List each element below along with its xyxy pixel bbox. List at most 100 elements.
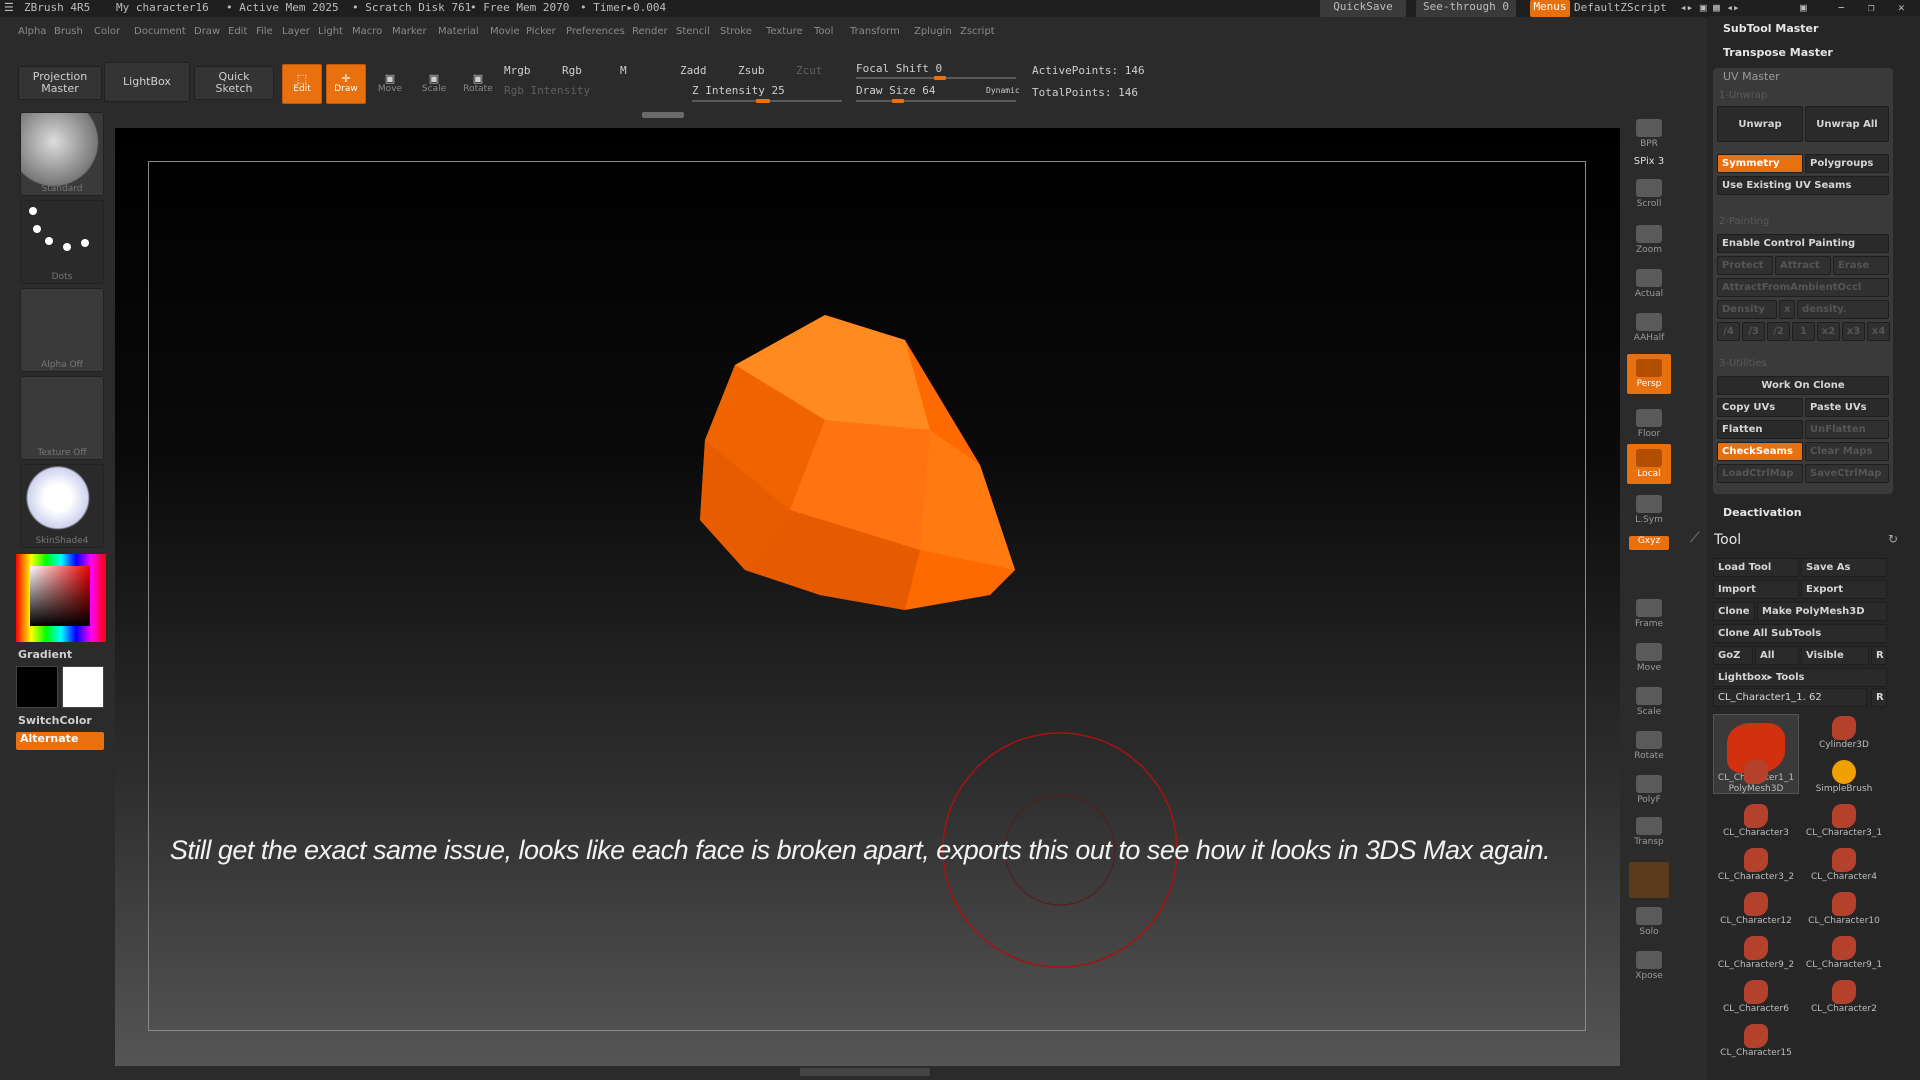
density-value-button[interactable]: /4 — [1717, 322, 1740, 341]
subtool-thumbnail[interactable]: CL_Character3_1 — [1801, 802, 1887, 846]
primary-color-swatch[interactable] — [62, 666, 104, 708]
color-square[interactable] — [30, 566, 90, 626]
goz-r-button[interactable]: R — [1871, 646, 1887, 665]
lock-icon[interactable]: ▣ — [1800, 1, 1807, 14]
z-intensity-slider[interactable]: Z Intensity 25 — [692, 84, 785, 97]
zadd-button[interactable]: Zadd — [680, 64, 707, 77]
density-button[interactable]: Density — [1717, 300, 1777, 319]
dynamic-toggle[interactable]: Dynamic — [986, 86, 1020, 95]
density-value-button[interactable]: x3 — [1842, 322, 1865, 341]
secondary-color-swatch[interactable] — [16, 666, 58, 708]
rgb-intensity-slider[interactable]: Rgb Intensity — [504, 84, 590, 97]
actual-button[interactable]: Actual — [1627, 264, 1671, 304]
see-through-slider[interactable]: See-through 0 — [1416, 0, 1516, 17]
menu-tool[interactable]: Tool — [814, 26, 833, 37]
lsym-button[interactable]: L.Sym — [1627, 490, 1671, 530]
lightbox-button[interactable]: LightBox — [104, 62, 190, 102]
protect-button[interactable]: Protect — [1717, 256, 1773, 275]
subtool-thumbnail[interactable]: SimpleBrush — [1801, 758, 1887, 802]
menu-texture[interactable]: Texture — [766, 26, 803, 37]
current-tool-r-button[interactable]: R — [1871, 688, 1887, 707]
quick-sketch-button[interactable]: Quick Sketch — [194, 66, 274, 100]
density-value-button[interactable]: /2 — [1767, 322, 1790, 341]
checkseams-toggle[interactable]: CheckSeams — [1717, 442, 1803, 461]
subtool-thumbnail[interactable]: CL_Character9_1 — [1801, 934, 1887, 978]
subtool-thumbnail[interactable]: CL_Character15 — [1713, 1022, 1799, 1066]
restore-icon[interactable]: ❐ — [1868, 1, 1875, 14]
use-existing-uv-seams-toggle[interactable]: Use Existing UV Seams — [1717, 176, 1889, 195]
goz-button[interactable]: GoZ — [1713, 646, 1753, 665]
ghost-button[interactable] — [1629, 862, 1669, 898]
subtool-thumbnail[interactable]: CL_Character12 — [1713, 890, 1799, 934]
focal-shift-knob[interactable] — [934, 76, 946, 80]
material-selector[interactable]: SkinShade4 — [20, 464, 104, 548]
draw-size-track[interactable] — [856, 100, 1016, 102]
erase-button[interactable]: Erase — [1833, 256, 1889, 275]
menu-draw[interactable]: Draw — [194, 26, 220, 37]
rotate-button[interactable]: Rotate — [1627, 726, 1671, 766]
window-controls-icon[interactable]: ◂▸ ▣ ▦ ◂▸ — [1680, 1, 1740, 14]
menu-marker[interactable]: Marker — [392, 26, 427, 37]
move-mode-button[interactable]: ▣ Move — [370, 64, 410, 104]
floor-button[interactable]: Floor — [1627, 404, 1671, 444]
mesh-model[interactable] — [690, 310, 1090, 710]
texture-selector[interactable]: Texture Off — [20, 376, 104, 460]
brush-selector[interactable]: Standard — [20, 112, 104, 196]
mrgb-button[interactable]: Mrgb — [504, 64, 531, 77]
subtool-thumbnail[interactable]: Cylinder3D — [1801, 714, 1887, 758]
symmetry-toggle[interactable]: Symmetry — [1717, 154, 1803, 173]
solo-button[interactable]: Solo — [1627, 902, 1671, 942]
minimize-icon[interactable]: − — [1838, 1, 1845, 14]
rotate-mode-button[interactable]: ▣ Rotate — [458, 64, 498, 104]
subtool-master-header[interactable]: SubTool Master — [1723, 22, 1818, 35]
m-button[interactable]: M — [620, 64, 627, 77]
menu-file[interactable]: File — [256, 26, 273, 37]
xyz-symmetry-button[interactable]: Gxyz — [1629, 536, 1669, 550]
density-slider[interactable]: density. — [1797, 300, 1889, 319]
persp-button[interactable]: Persp — [1627, 354, 1671, 394]
zcut-button[interactable]: Zcut — [796, 64, 823, 77]
draw-mode-button[interactable]: ✛ Draw — [326, 64, 366, 104]
density-value-button[interactable]: x2 — [1817, 322, 1840, 341]
xpose-button[interactable]: Xpose — [1627, 946, 1671, 986]
subtool-thumbnail[interactable]: PolyMesh3D — [1713, 758, 1799, 802]
lightbox-tools-button[interactable]: Lightbox▸ Tools — [1713, 668, 1887, 687]
menu-material[interactable]: Material — [438, 26, 479, 37]
menu-render[interactable]: Render — [632, 26, 668, 37]
app-menu-icon[interactable]: ☰ — [4, 1, 14, 14]
aahalf-button[interactable]: AAHalf — [1627, 308, 1671, 348]
transp-button[interactable]: Transp — [1627, 812, 1671, 852]
bpr-button[interactable]: BPR — [1627, 114, 1671, 154]
density-x-button[interactable]: x — [1779, 300, 1795, 319]
scale-button[interactable]: Scale — [1627, 682, 1671, 722]
toolbar-scroll-handle[interactable] — [642, 112, 684, 118]
load-tool-button[interactable]: Load Tool — [1713, 558, 1799, 577]
subtool-thumbnail[interactable]: CL_Character3_2 — [1713, 846, 1799, 890]
clone-all-subtools-button[interactable]: Clone All SubTools — [1713, 624, 1887, 643]
unflatten-button[interactable]: UnFlatten — [1805, 420, 1889, 439]
menu-zscript[interactable]: Zscript — [960, 26, 995, 37]
draw-size-knob[interactable] — [892, 99, 904, 103]
switchcolor-button[interactable]: SwitchColor — [18, 714, 92, 727]
load-ctrl-map-button[interactable]: LoadCtrlMap — [1717, 464, 1803, 483]
edit-mode-button[interactable]: ⬚ Edit — [282, 64, 322, 104]
menu-light[interactable]: Light — [318, 26, 343, 37]
menu-stroke[interactable]: Stroke — [720, 26, 752, 37]
quicksave-button[interactable]: QuickSave — [1320, 0, 1406, 17]
density-value-button[interactable]: /3 — [1742, 322, 1765, 341]
gradient-label[interactable]: Gradient — [18, 648, 72, 661]
rgb-button[interactable]: Rgb — [562, 64, 582, 77]
draw-size-slider[interactable]: Draw Size 64 — [856, 84, 935, 97]
unwrap-button[interactable]: Unwrap — [1717, 106, 1803, 142]
menu-alpha[interactable]: Alpha — [18, 26, 46, 37]
tool-header[interactable]: Tool — [1714, 532, 1741, 548]
work-on-clone-button[interactable]: Work On Clone — [1717, 376, 1889, 395]
zoom-button[interactable]: Zoom — [1627, 220, 1671, 260]
unwrap-all-button[interactable]: Unwrap All — [1805, 106, 1889, 142]
menu-brush[interactable]: Brush — [54, 26, 83, 37]
flatten-button[interactable]: Flatten — [1717, 420, 1803, 439]
goz-visible-button[interactable]: Visible — [1801, 646, 1869, 665]
menu-color[interactable]: Color — [94, 26, 120, 37]
polyf-button[interactable]: PolyF — [1627, 770, 1671, 810]
save-as-button[interactable]: Save As — [1801, 558, 1887, 577]
